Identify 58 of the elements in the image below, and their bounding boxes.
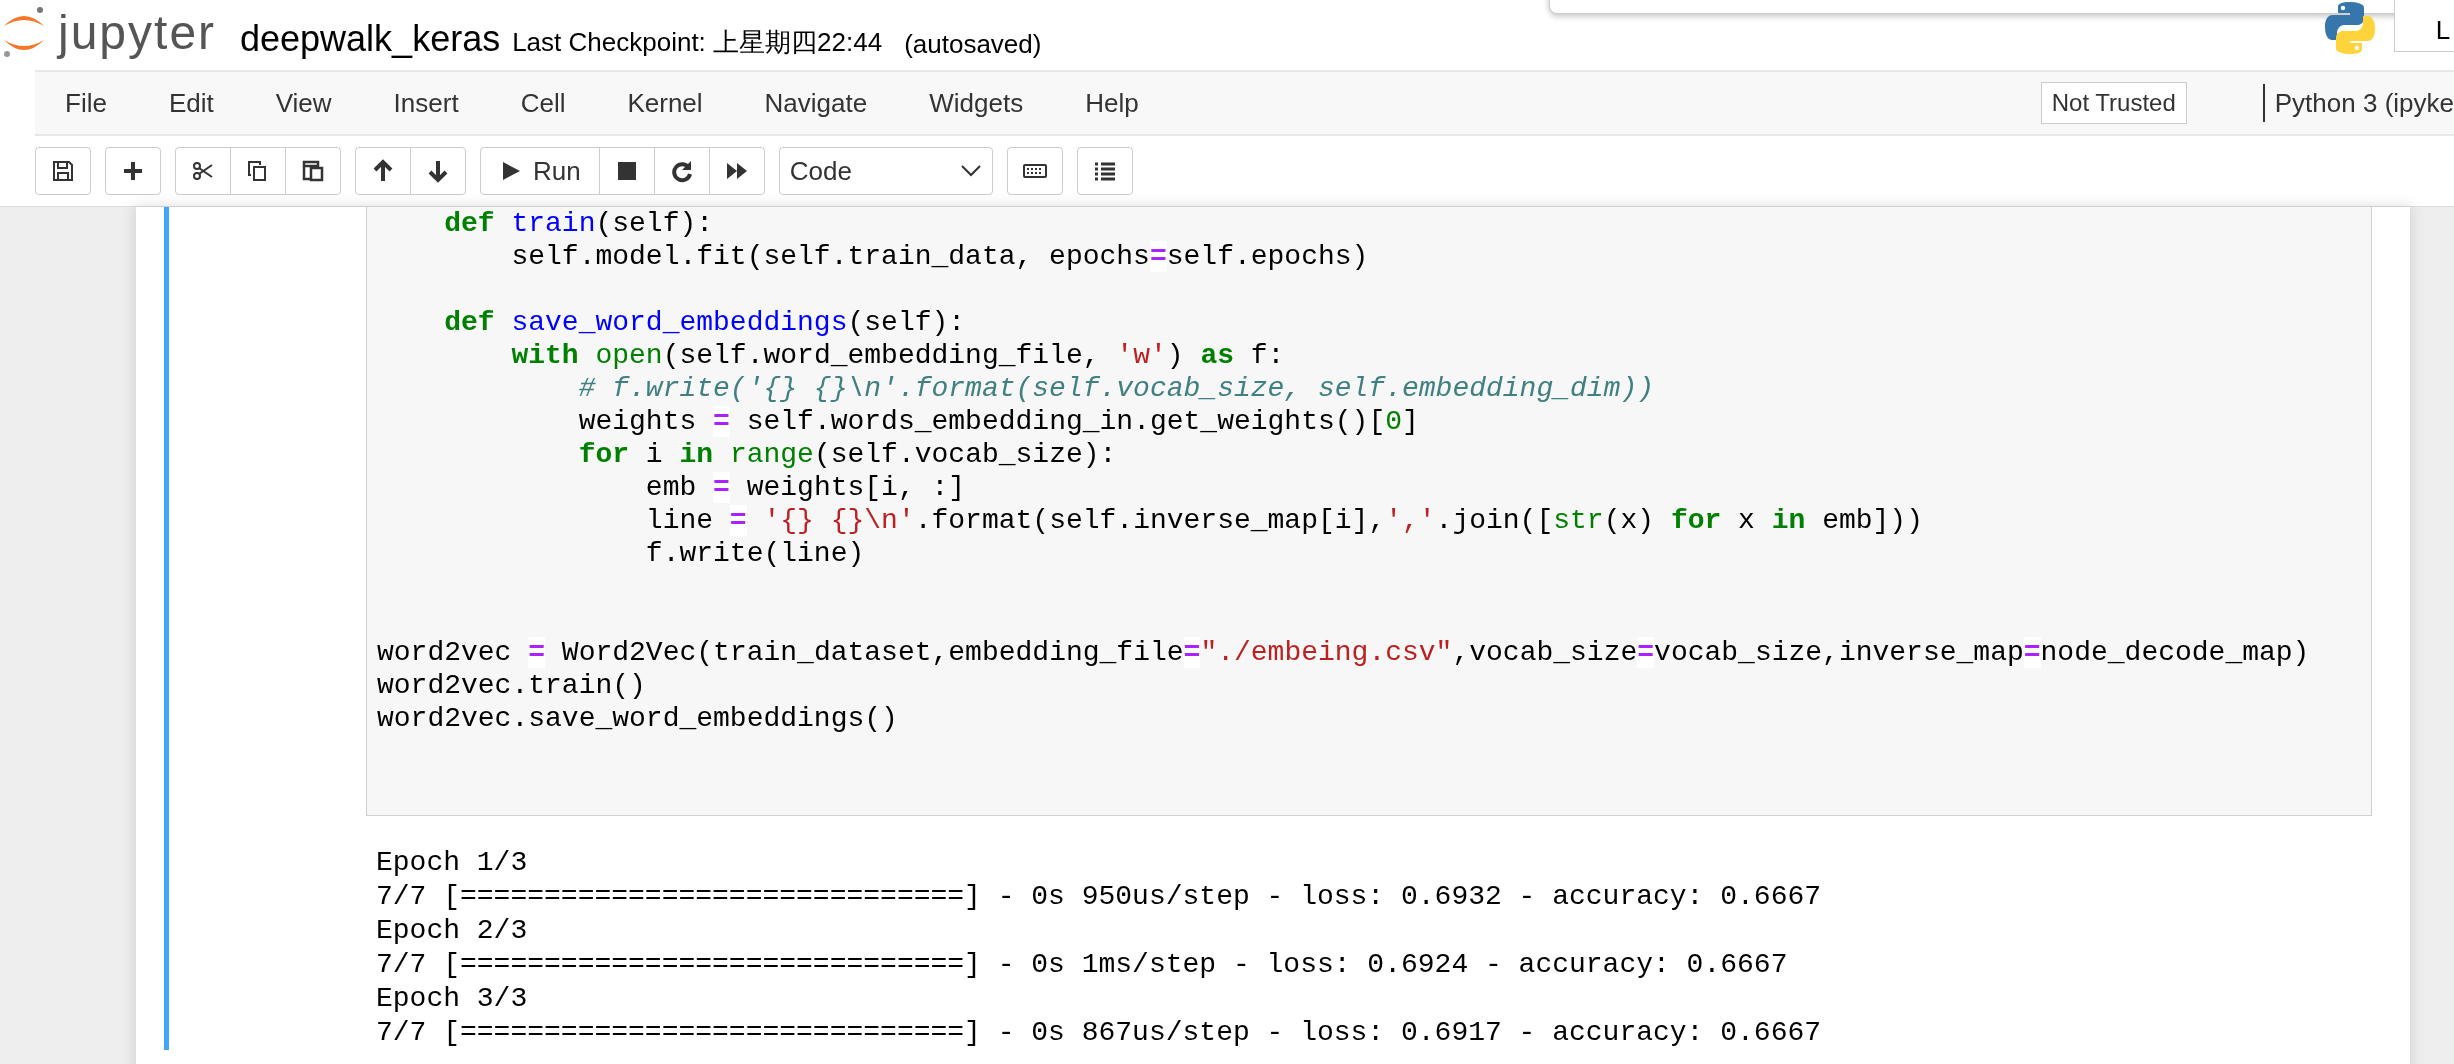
menu-item[interactable]: Navigate — [764, 87, 898, 119]
code-line: self.model.fit(self.train_data, epochs=self.epochs) — [510, 240, 1370, 273]
code-line: word2vec.train() — [377, 669, 647, 702]
stop-button[interactable] — [598, 147, 655, 195]
output-line: 7/7 [==============================] - 0s 867us/step - loss: 0.6917 - accuracy: 0.6667 — [376, 1016, 1823, 1050]
menu-item[interactable]: Help — [1085, 87, 1169, 119]
logo-text: jupyter — [58, 4, 217, 60]
restart-button[interactable] — [653, 147, 710, 195]
paste-button[interactable] — [285, 147, 341, 195]
notebook-name[interactable]: deepwalk_keras — [240, 18, 501, 60]
run-button[interactable]: Run — [480, 147, 600, 195]
code-line: f.write(line) — [644, 537, 866, 570]
run-all-button[interactable] — [708, 147, 765, 195]
caret-icon — [959, 164, 982, 178]
kernel-name: Python 3 (ipyke — [2274, 87, 2454, 119]
code-line: line = '{} {}\n'.format(self.inverse_map[i],','.join([str(x) for x in emb])) — [644, 504, 1924, 537]
up-arrow-icon — [371, 159, 395, 183]
menu-item[interactable]: View — [275, 87, 362, 119]
menu-item[interactable]: Insert — [393, 87, 489, 119]
checkpoint-text: Last Checkpoint: 上星期四22:44 — [512, 26, 883, 59]
output-line: 7/7 [==============================] - 0s 950us/step - loss: 0.6932 - accuracy: 0.6667 — [376, 880, 1823, 914]
output-line: Epoch 2/3 — [376, 914, 529, 948]
menu-item[interactable]: Widgets — [929, 87, 1054, 119]
restart-icon — [669, 159, 694, 183]
plus-icon — [121, 159, 145, 183]
cut-button[interactable] — [175, 147, 231, 195]
code-input[interactable] — [366, 207, 2372, 816]
menu-item[interactable]: Cell — [520, 87, 596, 119]
menu-item[interactable]: Kernel — [627, 87, 733, 119]
down-arrow-icon — [426, 159, 450, 183]
output-line: Epoch 3/3 — [376, 982, 529, 1016]
code-line: emb = weights[i, :] — [644, 471, 967, 504]
code-line: # f.write('{} {}\n'.format(self.vocab_size, self.embedding_dim)) — [577, 372, 1655, 405]
output-line: 7/7 [==============================] - 0s 1ms/step - loss: 0.6924 - accuracy: 0.6667 — [376, 948, 1789, 982]
insert-cell-button[interactable] — [105, 147, 161, 195]
keyboard-button[interactable] — [1006, 147, 1063, 195]
code-line: with open(self.word_embedding_file, 'w') as f: — [510, 339, 1286, 372]
user-button[interactable]: L — [2394, 0, 2454, 52]
autosave-status: (autosaved) — [904, 29, 1042, 60]
code-line: weights = self.words_embedding_in.get_weights()[0] — [577, 405, 1420, 438]
code-line: word2vec.save_word_embeddings() — [377, 702, 899, 735]
list-button[interactable] — [1076, 147, 1133, 195]
move-down-button[interactable] — [410, 147, 466, 195]
paste-icon — [301, 159, 325, 183]
output-line: Epoch 1/3 — [376, 846, 529, 880]
code-line: def train(self): — [443, 207, 715, 240]
move-up-button[interactable] — [355, 147, 411, 195]
save-icon — [51, 159, 75, 183]
code-line: def save_word_embeddings(self): — [443, 306, 967, 339]
cell-type-dropdown[interactable]: Code — [778, 147, 993, 195]
trust-button[interactable]: Not Trusted — [2040, 82, 2187, 124]
menu-item[interactable]: File — [65, 87, 137, 119]
code-line: word2vec = Word2Vec(train_dataset,embedding_file="./embeing.csv",vocab_size=vocab_size,inverse_map=node_decode_map) — [377, 636, 2311, 669]
menu-item[interactable]: Edit — [168, 87, 244, 119]
save-button[interactable] — [35, 147, 91, 195]
copy-button[interactable] — [230, 147, 286, 195]
code-line: for i in range(self.vocab_size): — [577, 438, 1118, 471]
cut-icon — [191, 159, 215, 183]
